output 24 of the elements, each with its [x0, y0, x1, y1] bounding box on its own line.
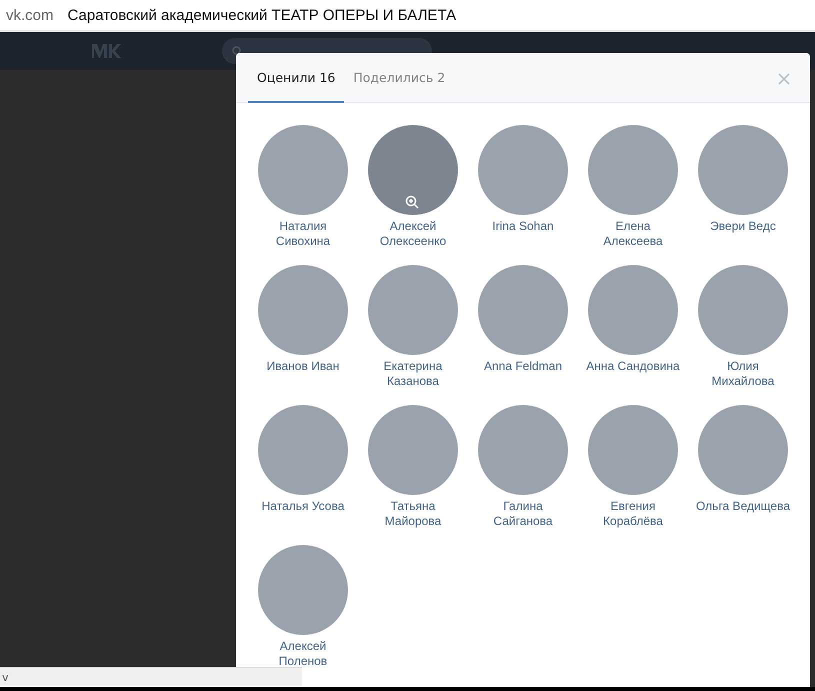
person-name-link[interactable]: Екатерина Казанова — [384, 359, 442, 389]
person-name-link[interactable]: Алексей Поленов — [278, 639, 328, 669]
person-name-link[interactable]: Эвери Ведс — [710, 219, 776, 234]
page-title: Саратовский академический ТЕАТР ОПЕРЫ И БАЛЕТА — [68, 6, 456, 24]
domain-text: vk.com — [6, 6, 54, 24]
person-name-link[interactable]: Татьяна Майорова — [384, 499, 442, 529]
person-name-link[interactable]: Анна Сандовина — [586, 359, 680, 374]
person-name-link[interactable]: Алексей Олексеенко — [380, 219, 446, 249]
person-name-link[interactable]: Anna Feldman — [484, 359, 562, 374]
person-name-link[interactable]: Ольга Ведищева — [696, 499, 790, 514]
zoom-icon[interactable] — [405, 195, 419, 209]
tab[interactable]: Оценили 16 — [248, 53, 344, 103]
person-name-link[interactable]: Юлия Михайлова — [712, 359, 774, 389]
person-name-link[interactable]: Наталия Сивохина — [276, 219, 330, 249]
person-name-link[interactable]: Наталья Усова — [262, 499, 344, 514]
person-name-link[interactable]: Евгения Кораблёва — [603, 499, 663, 529]
person-name-link[interactable]: Irina Sohan — [492, 219, 554, 234]
tab[interactable]: Поделились 2 — [344, 53, 454, 103]
status-text: v — [2, 671, 9, 684]
person-name-link[interactable]: Елена Алексеева — [603, 219, 663, 249]
logo-icon[interactable] — [90, 42, 122, 60]
person-name-link[interactable]: Иванов Иван — [266, 359, 340, 374]
person-name-link[interactable]: Галина Сайганова — [493, 499, 553, 529]
close-icon[interactable] — [778, 72, 790, 84]
